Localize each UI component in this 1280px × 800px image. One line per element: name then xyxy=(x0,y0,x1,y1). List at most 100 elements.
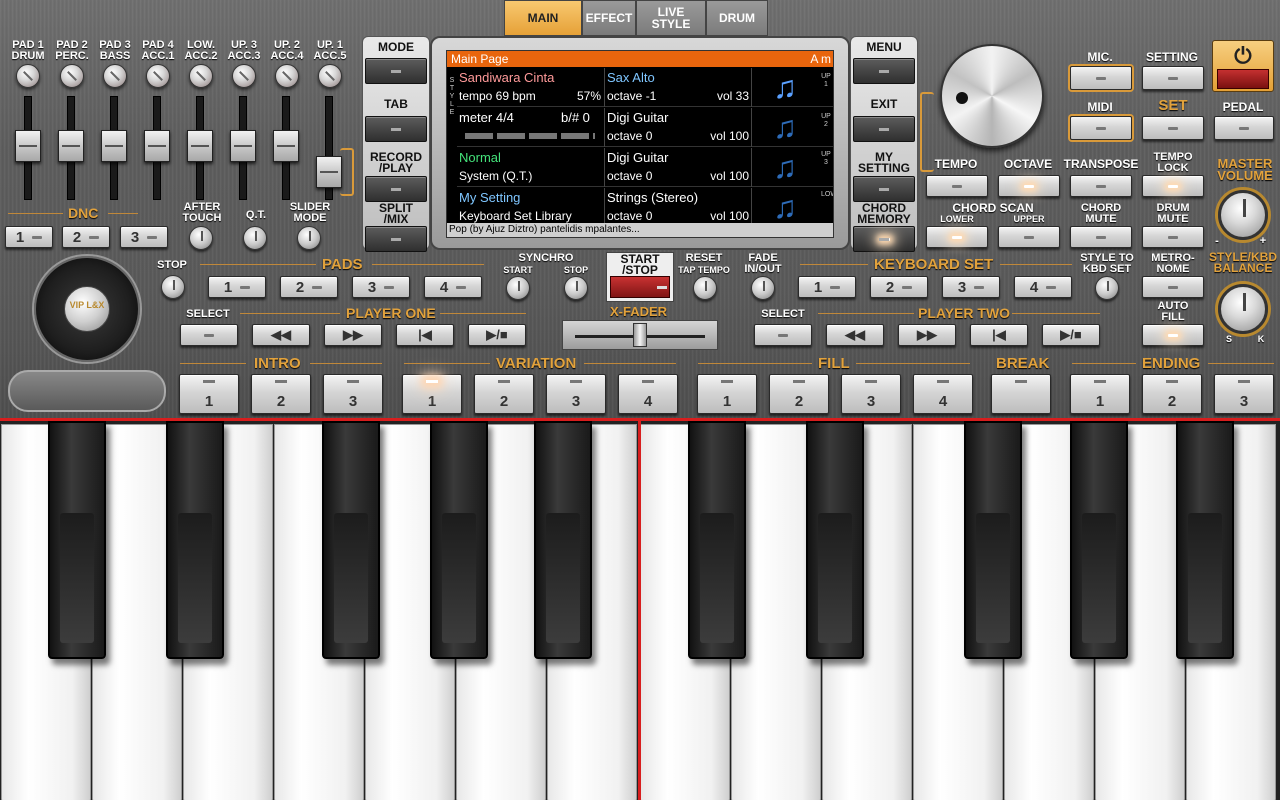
black-key[interactable] xyxy=(166,421,224,659)
keyboard-set-button-2[interactable]: 2 xyxy=(870,276,928,298)
lcd-row-meter[interactable]: meter 4/4 b/# 0 Digi Guitar octave 0 vol… xyxy=(457,108,833,147)
synchro-stop-button[interactable] xyxy=(564,276,588,300)
variation-button-4[interactable]: 4 xyxy=(618,374,678,414)
slider-up3[interactable] xyxy=(230,130,256,162)
lcd-row-system[interactable]: Normal System (Q.T.) Digi Guitar octave … xyxy=(457,148,833,187)
pad-button-4[interactable]: 4 xyxy=(424,276,482,298)
player-one-prev-button[interactable]: |◀ xyxy=(396,324,454,346)
xfader-slider[interactable] xyxy=(562,320,718,350)
slider-pad1[interactable] xyxy=(15,130,41,162)
slider-pad4[interactable] xyxy=(144,130,170,162)
tab-button[interactable] xyxy=(365,116,427,142)
ending-button-2[interactable]: 2 xyxy=(1142,374,1202,414)
slider-pad3[interactable] xyxy=(101,130,127,162)
drum-mute-button[interactable] xyxy=(1142,226,1204,248)
player-two-prev-button[interactable]: |◀ xyxy=(970,324,1028,346)
exit-button[interactable] xyxy=(853,116,915,142)
dnc-button-2[interactable]: 2 xyxy=(62,226,110,248)
player-two-forward-button[interactable]: ▶▶ xyxy=(898,324,956,346)
mixer-knob-up1[interactable] xyxy=(318,64,342,88)
fill-button-2[interactable]: 2 xyxy=(769,374,829,414)
dnc-button-1[interactable]: 1 xyxy=(5,226,53,248)
fade-in-out-button[interactable] xyxy=(751,276,775,300)
after-touch-button[interactable] xyxy=(189,226,213,250)
black-key[interactable] xyxy=(48,421,106,659)
pad-button-1[interactable]: 1 xyxy=(208,276,266,298)
lcd-row-style[interactable]: Sandiwara Cinta tempo 69 bpm 57% Sax Alt… xyxy=(457,68,833,107)
player-one-play-stop-button[interactable]: ▶/■ xyxy=(468,324,526,346)
pedal-button[interactable] xyxy=(1214,116,1274,140)
black-key[interactable] xyxy=(806,421,864,659)
keyboard-set-button-3[interactable]: 3 xyxy=(942,276,1000,298)
mixer-knob-pad1[interactable] xyxy=(16,64,40,88)
octave-button[interactable] xyxy=(998,175,1060,197)
auto-fill-button[interactable] xyxy=(1142,324,1204,346)
dnc-button-3[interactable]: 3 xyxy=(120,226,168,248)
master-volume-knob[interactable] xyxy=(1218,190,1268,240)
mixer-knob-pad4[interactable] xyxy=(146,64,170,88)
chord-scan-upper-button[interactable] xyxy=(998,226,1060,248)
variation-button-3[interactable]: 3 xyxy=(546,374,606,414)
black-key[interactable] xyxy=(1070,421,1128,659)
mixer-knob-up2[interactable] xyxy=(275,64,299,88)
chord-mute-button[interactable] xyxy=(1070,226,1132,248)
pad-button-3[interactable]: 3 xyxy=(352,276,410,298)
fill-button-4[interactable]: 4 xyxy=(913,374,973,414)
transpose-button[interactable] xyxy=(1070,175,1132,197)
keyboard-set-button-4[interactable]: 4 xyxy=(1014,276,1072,298)
chord-scan-lower-button[interactable] xyxy=(926,226,988,248)
black-key[interactable] xyxy=(1176,421,1234,659)
midi-button[interactable] xyxy=(1070,116,1132,140)
variation-button-2[interactable]: 2 xyxy=(474,374,534,414)
player-two-select-button[interactable] xyxy=(754,324,812,346)
record-play-button[interactable] xyxy=(365,176,427,202)
ending-button-3[interactable]: 3 xyxy=(1214,374,1274,414)
setting-button[interactable] xyxy=(1142,66,1204,90)
set-button[interactable] xyxy=(1142,116,1204,140)
intro-button-1[interactable]: 1 xyxy=(179,374,239,414)
intro-button-3[interactable]: 3 xyxy=(323,374,383,414)
mixer-knob-pad3[interactable] xyxy=(103,64,127,88)
player-one-select-button[interactable] xyxy=(180,324,238,346)
metronome-button[interactable] xyxy=(1142,276,1204,298)
pads-stop-button[interactable] xyxy=(161,275,185,299)
slider-pad2[interactable] xyxy=(58,130,84,162)
mixer-knob-low[interactable] xyxy=(189,64,213,88)
black-key[interactable] xyxy=(688,421,746,659)
tab-effect[interactable]: EFFECT xyxy=(582,0,636,36)
qt-button[interactable] xyxy=(243,226,267,250)
lcd-row-keyboard[interactable]: My Setting Keyboard Set Library Strings … xyxy=(457,188,833,227)
black-key[interactable] xyxy=(322,421,380,659)
vip-button[interactable]: VIP L&X xyxy=(64,286,110,332)
player-two-rewind-button[interactable]: ◀◀ xyxy=(826,324,884,346)
black-key[interactable] xyxy=(430,421,488,659)
black-key[interactable] xyxy=(964,421,1022,659)
variation-button-1[interactable]: 1 xyxy=(402,374,462,414)
pitch-bend-pill[interactable] xyxy=(8,370,166,412)
tempo-lock-button[interactable] xyxy=(1142,175,1204,197)
ending-button-1[interactable]: 1 xyxy=(1070,374,1130,414)
tab-live-style[interactable]: LIVE STYLE xyxy=(636,0,706,36)
break-button[interactable] xyxy=(991,374,1051,414)
menu-button[interactable] xyxy=(853,58,915,84)
synchro-start-button[interactable] xyxy=(506,276,530,300)
my-setting-button[interactable] xyxy=(853,176,915,202)
pad-button-2[interactable]: 2 xyxy=(280,276,338,298)
tab-main[interactable]: MAIN xyxy=(504,0,582,36)
mixer-knob-pad2[interactable] xyxy=(60,64,84,88)
xfader-handle[interactable] xyxy=(633,323,647,347)
black-key[interactable] xyxy=(534,421,592,659)
mixer-knob-up3[interactable] xyxy=(232,64,256,88)
chord-memory-button[interactable] xyxy=(853,226,915,252)
lcd-display[interactable]: Main Page A m S T Y L E UP 1 UP 2 UP 3 L… xyxy=(446,50,834,238)
player-one-forward-button[interactable]: ▶▶ xyxy=(324,324,382,346)
intro-button-2[interactable]: 2 xyxy=(251,374,311,414)
power-button[interactable]: ⏻ xyxy=(1212,40,1274,92)
fill-button-1[interactable]: 1 xyxy=(697,374,757,414)
style-to-kbd-set-button[interactable] xyxy=(1095,276,1119,300)
slider-up2[interactable] xyxy=(273,130,299,162)
start-stop-button[interactable] xyxy=(610,276,670,298)
split-mix-button[interactable] xyxy=(365,226,427,252)
tempo-button[interactable] xyxy=(926,175,988,197)
style-kbd-balance-knob[interactable] xyxy=(1218,284,1268,334)
